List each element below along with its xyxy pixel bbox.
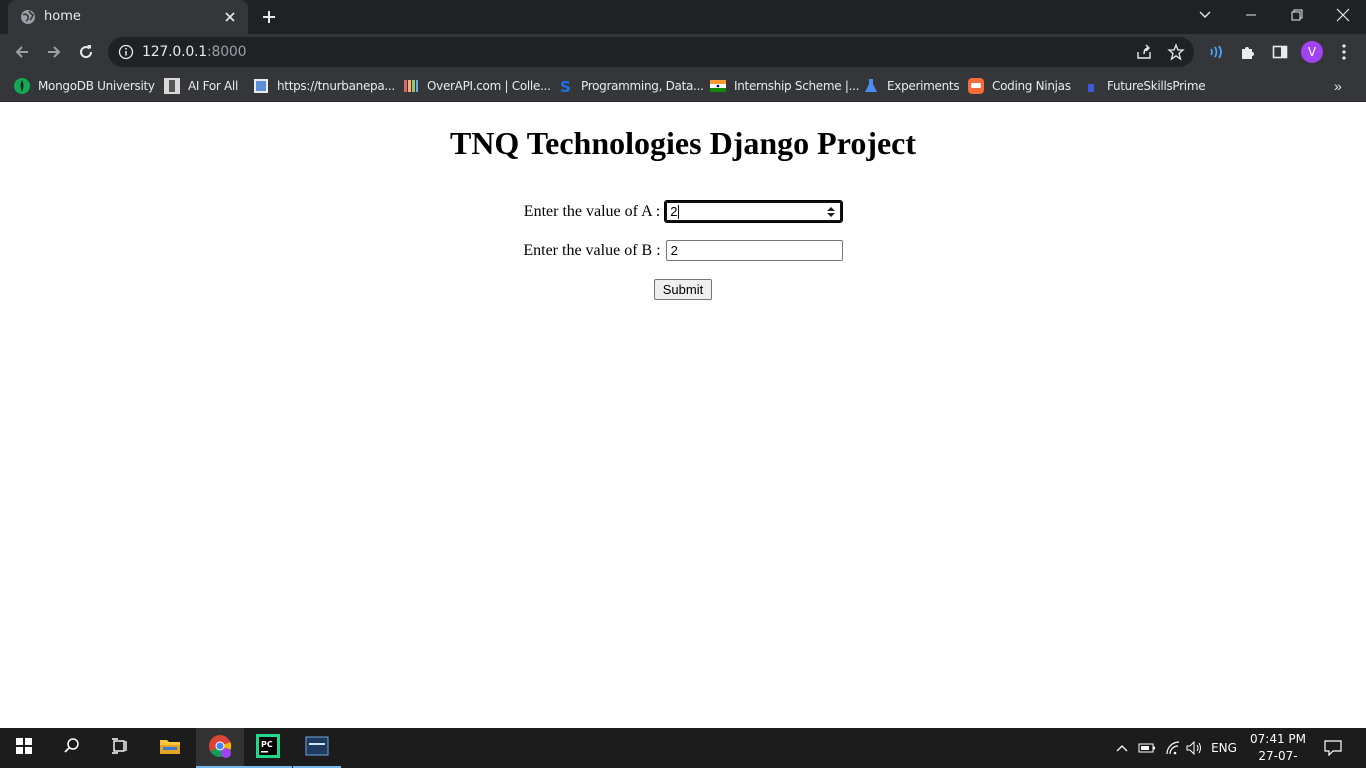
chrome-taskbar-button[interactable]	[196, 728, 244, 768]
browser-tab-strip: home	[0, 0, 1366, 34]
share-icon[interactable]	[1134, 42, 1154, 62]
form-row-a: Enter the value of A : 2	[0, 200, 1366, 223]
value-b-input[interactable]: 2	[665, 240, 843, 261]
value-a-input[interactable]: 2	[664, 200, 844, 223]
value-b-text: 2	[670, 243, 678, 258]
field-a-label: Enter the value of A :	[523, 202, 661, 220]
back-icon[interactable]	[10, 40, 34, 64]
form-row-submit: Submit	[0, 279, 1366, 300]
site-info-icon[interactable]	[118, 44, 134, 60]
address-bar[interactable]: 127.0.0.1:8000	[108, 37, 1194, 67]
bookmark-item[interactable]: FutureSkillsPrime	[1083, 76, 1206, 96]
task-view-button[interactable]	[96, 728, 144, 768]
page-heading: TNQ Technologies Django Project	[449, 125, 917, 161]
bookmark-item[interactable]: S Programming, Data...	[557, 76, 704, 96]
tab-title: home	[44, 9, 81, 24]
show-hidden-icons[interactable]	[1112, 728, 1132, 768]
mysql-taskbar-button[interactable]	[293, 728, 341, 768]
text-caret	[678, 204, 680, 219]
bookmark-item[interactable]: MongoDB University	[14, 76, 155, 96]
programming-s-icon: S	[557, 78, 573, 96]
search-icon	[63, 737, 81, 760]
close-window-icon[interactable]	[1320, 0, 1366, 30]
chrome-menu-icon[interactable]	[1334, 42, 1354, 62]
globe-icon	[20, 9, 36, 25]
svg-text:PC: PC	[261, 740, 273, 749]
document-icon	[253, 78, 269, 94]
ai-for-all-icon	[164, 78, 180, 94]
windows-start-button[interactable]	[0, 728, 48, 768]
side-panel-icon[interactable]	[1270, 42, 1290, 62]
bookmark-item[interactable]: Coding Ninjas	[968, 76, 1071, 96]
pycharm-taskbar-button[interactable]: PC	[244, 728, 292, 768]
bookmarks-bar: MongoDB University AI For All https://tn…	[0, 70, 1366, 102]
new-tab-icon[interactable]	[260, 8, 278, 26]
minimize-icon[interactable]	[1228, 0, 1274, 30]
task-view-icon	[111, 737, 129, 759]
bookmark-item[interactable]: OverAPI.com | Colle...	[403, 76, 551, 96]
windows-logo-icon	[16, 737, 32, 759]
taskbar-search-button[interactable]	[48, 728, 96, 768]
extension-wave-icon[interactable]	[1206, 42, 1226, 62]
flask-icon	[863, 78, 879, 94]
coding-ninjas-icon	[968, 78, 984, 94]
more-bookmarks-icon[interactable]: »	[1334, 78, 1342, 94]
extensions-puzzle-icon[interactable]	[1238, 42, 1258, 62]
folder-icon	[159, 737, 181, 760]
india-flag-icon	[710, 78, 726, 94]
language-indicator[interactable]: ENG	[1208, 728, 1240, 768]
browser-tab[interactable]: home	[8, 0, 248, 34]
futureskills-icon	[1083, 78, 1099, 94]
windows-taskbar: PC ENG 07:41 PM 27-07-2022	[0, 728, 1366, 768]
address-url: 127.0.0.1:8000	[142, 44, 247, 60]
profile-avatar[interactable]: V	[1301, 41, 1323, 63]
mongodb-leaf-icon	[14, 78, 30, 94]
bookmark-item[interactable]: https://tnurbanepa...	[253, 76, 395, 96]
submit-button[interactable]: Submit	[654, 279, 712, 300]
page-content: TNQ Technologies Django Project Enter th…	[0, 103, 1366, 728]
overapi-icon	[403, 78, 419, 94]
bookmark-item[interactable]: Experiments	[863, 76, 960, 96]
forward-icon[interactable]	[42, 40, 66, 64]
battery-icon[interactable]	[1136, 728, 1158, 768]
clock-time: 07:41 PM	[1250, 732, 1306, 746]
restore-icon[interactable]	[1274, 0, 1320, 30]
notifications-icon[interactable]	[1320, 728, 1346, 768]
file-explorer-button[interactable]	[146, 728, 194, 768]
bookmark-item[interactable]: AI For All	[164, 76, 238, 96]
system-clock[interactable]: 07:41 PM 27-07-2022	[1244, 731, 1312, 768]
tab-search-icon[interactable]	[1182, 0, 1228, 30]
chrome-icon	[208, 734, 232, 763]
clock-date: 27-07-2022	[1258, 749, 1298, 768]
form-row-b: Enter the value of B : 2	[0, 240, 1366, 261]
value-a-text: 2	[670, 204, 678, 219]
browser-toolbar: 127.0.0.1:8000 V	[0, 34, 1366, 70]
bookmark-item[interactable]: Internship Scheme |...	[710, 76, 859, 96]
bookmark-star-icon[interactable]	[1166, 42, 1186, 62]
volume-icon[interactable]	[1184, 728, 1206, 768]
wifi-icon[interactable]	[1162, 728, 1184, 768]
number-spinner-icon[interactable]	[826, 205, 836, 219]
close-tab-icon[interactable]	[222, 9, 238, 25]
mysql-workbench-icon	[305, 736, 329, 761]
reload-icon[interactable]	[74, 40, 98, 64]
svg-text:S: S	[560, 78, 571, 94]
field-b-label: Enter the value of B :	[523, 241, 661, 259]
pycharm-icon: PC	[256, 733, 280, 763]
